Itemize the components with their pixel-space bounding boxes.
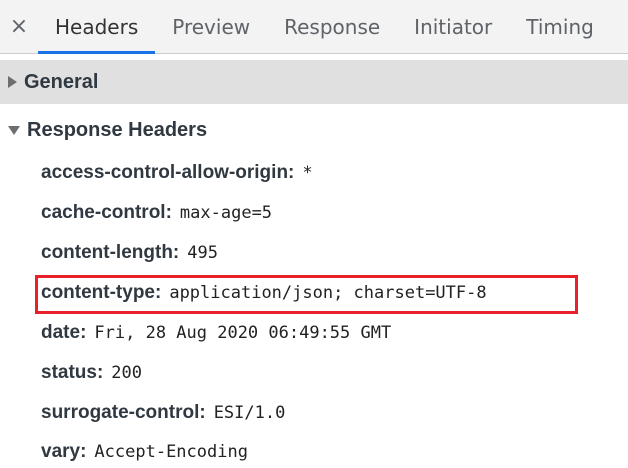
header-value: 495 [187,243,218,263]
header-row-surrogate-control: surrogate-control: ESI/1.0 [41,398,285,428]
close-icon[interactable]: × [0,0,38,53]
header-row-date: date: Fri, 28 Aug 2020 06:49:55 GMT [41,318,391,348]
header-name: cache-control: [41,202,172,223]
header-name: date: [41,322,87,343]
header-name: content-type: [41,282,162,303]
header-name: status: [41,362,104,383]
general-section-title: General [24,70,99,93]
header-value: Accept-Encoding [94,442,248,462]
tab-response[interactable]: Response [267,0,397,53]
header-value: max-age=5 [179,203,273,223]
collapse-arrow-icon [8,125,20,135]
tab-preview[interactable]: Preview [155,0,267,53]
header-row-vary: vary: Accept-Encoding [41,437,248,467]
header-row-status: status: 200 [41,358,142,388]
header-row-content-length: content-length: 495 [41,238,218,268]
header-name: content-length: [41,242,180,263]
header-value: Fri, 28 Aug 2020 06:49:55 GMT [94,323,392,343]
header-row-content-type: content-type: application/json; charset=… [41,278,487,308]
tab-timing[interactable]: Timing [509,0,611,53]
expand-arrow-icon [8,76,17,88]
header-name: surrogate-control: [41,402,206,423]
tab-initiator[interactable]: Initiator [397,0,509,53]
header-value: * [302,163,313,183]
header-name: vary: [41,441,87,462]
header-row-access-control-allow-origin: access-control-allow-origin: * [41,158,313,188]
response-headers-section-header[interactable]: Response Headers [0,108,628,152]
header-value: 200 [111,363,143,383]
tab-headers[interactable]: Headers [38,0,156,54]
header-value: application/json; charset=UTF-8 [169,283,487,303]
header-row-cache-control: cache-control: max-age=5 [41,198,272,228]
header-name: access-control-allow-origin: [41,162,295,183]
general-section-header[interactable]: General [0,60,628,104]
tab-bar: × Headers Preview Response Initiator Tim… [0,0,628,54]
header-value: ESI/1.0 [213,403,286,423]
response-headers-section-title: Response Headers [27,118,208,141]
